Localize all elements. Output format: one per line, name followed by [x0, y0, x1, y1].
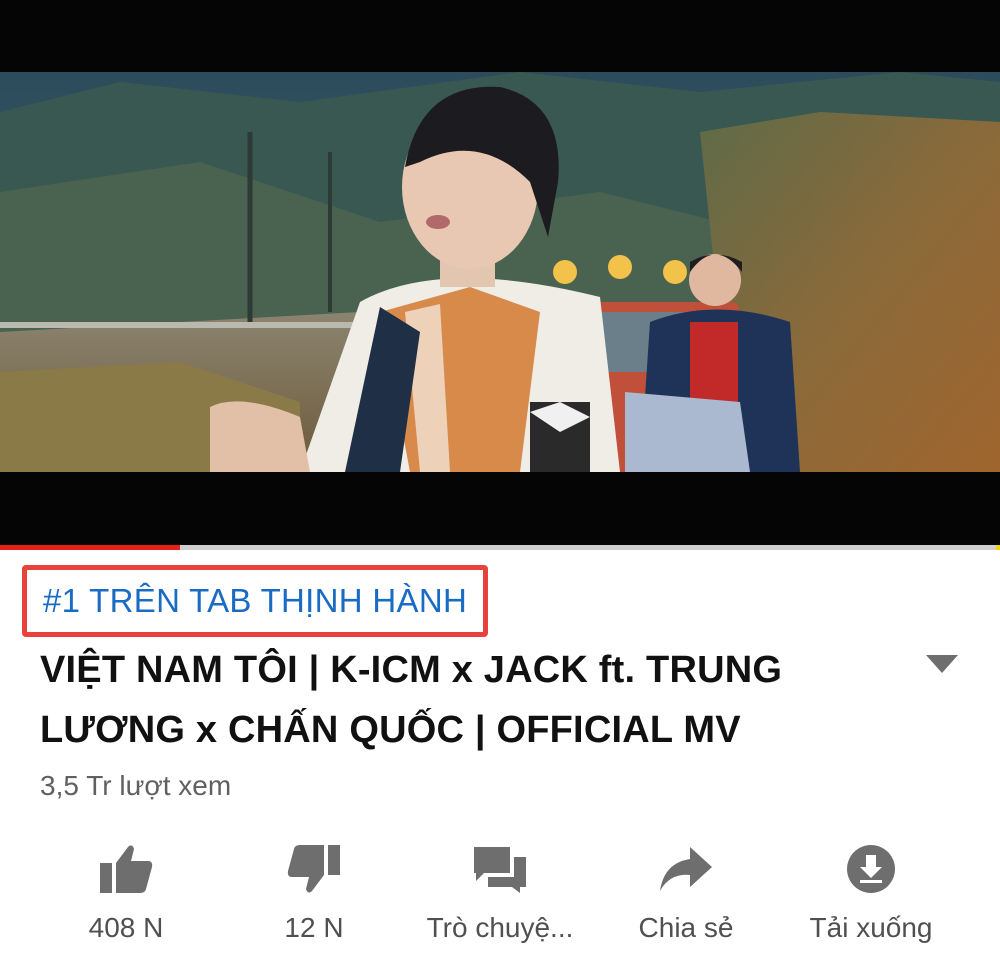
trending-badge[interactable]: #1 TRÊN TAB THỊNH HÀNH	[22, 565, 489, 637]
video-title-line-2: LƯƠNG x CHẤN QUỐC | OFFICIAL MV	[40, 709, 741, 751]
trending-badge-text: #1 TRÊN TAB THỊNH HÀNH	[43, 582, 468, 619]
expand-description-icon[interactable]	[924, 653, 960, 675]
progress-buffer-marker	[996, 545, 1000, 550]
chat-label: Trò chuyệ...	[426, 912, 574, 943]
like-button[interactable]: 408 N	[26, 830, 226, 960]
progress-bar[interactable]	[0, 545, 1000, 550]
like-count: 408 N	[88, 912, 164, 943]
thumbs-up-icon	[100, 845, 153, 893]
share-label: Chia sẻ	[638, 912, 734, 943]
video-player[interactable]	[0, 0, 1000, 550]
progress-fill	[0, 545, 180, 550]
download-label: Tải xuống	[809, 912, 933, 943]
action-bar: 408 N 12 N Trò chuyệ... Chia sẻ Tải xuốn…	[0, 830, 1000, 960]
view-count: 3,5 Tr lượt xem	[40, 770, 232, 801]
dislike-button[interactable]: 12 N	[214, 830, 414, 960]
download-icon	[847, 845, 895, 893]
video-still	[0, 72, 1000, 472]
video-title: VIỆT NAM TÔI | K-ICM x JACK ft. TRUNG LƯ…	[40, 640, 840, 760]
chat-button[interactable]: Trò chuyệ...	[400, 830, 600, 960]
video-title-line-1: VIỆT NAM TÔI | K-ICM x JACK ft. TRUNG	[40, 649, 783, 691]
video-frame[interactable]	[0, 72, 1000, 472]
dislike-count: 12 N	[284, 912, 344, 943]
thumbs-down-icon	[287, 845, 340, 893]
share-icon	[660, 847, 712, 891]
download-button[interactable]: Tải xuống	[771, 830, 971, 960]
share-button[interactable]: Chia sẻ	[586, 830, 786, 960]
chat-icon	[474, 847, 526, 893]
